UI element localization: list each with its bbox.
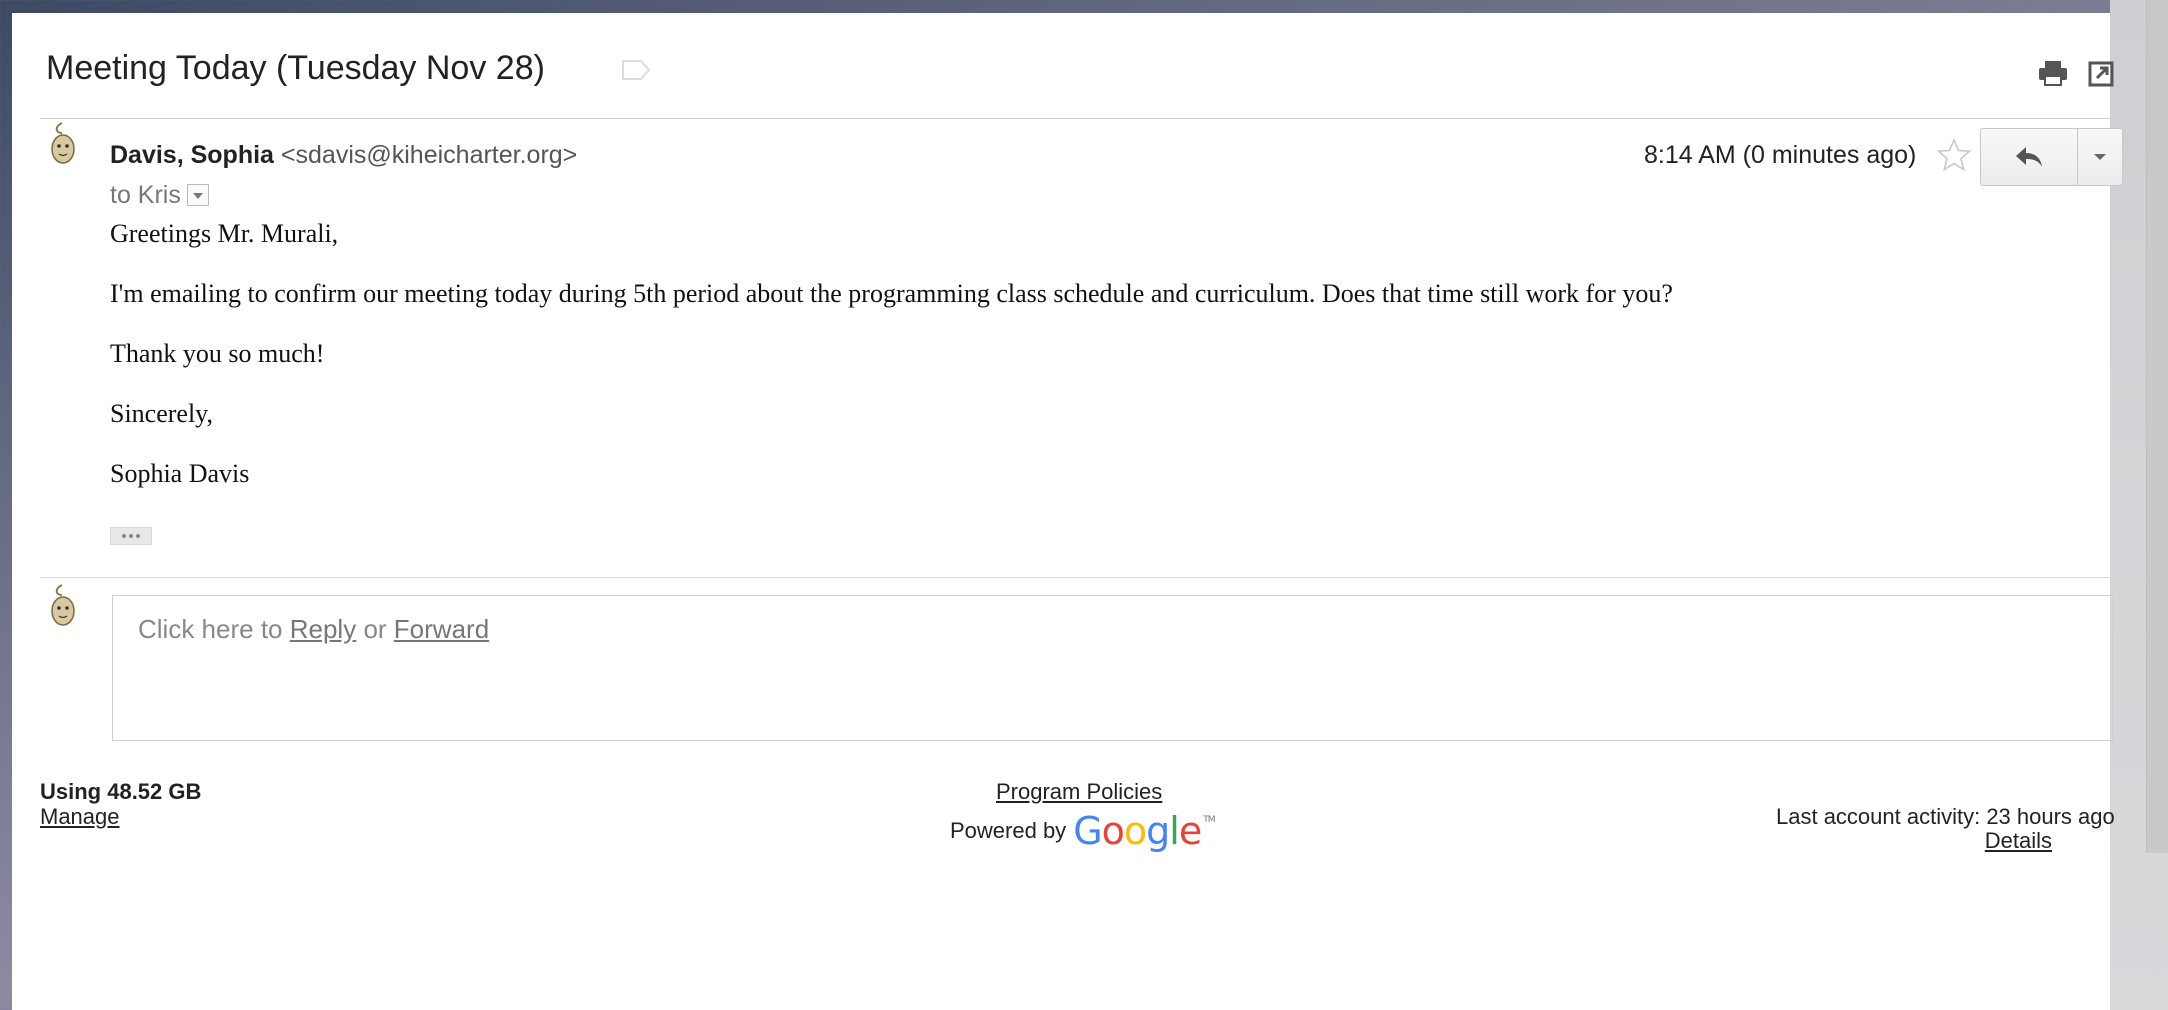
reply-link[interactable]: Reply bbox=[290, 614, 356, 644]
email-subject: Meeting Today (Tuesday Nov 28) bbox=[46, 49, 545, 87]
forward-link[interactable]: Forward bbox=[394, 614, 489, 644]
last-account-activity: Last account activity: 23 hours ago bbox=[1776, 804, 2115, 829]
scrollbar[interactable] bbox=[2146, 0, 2168, 853]
reply-arrow-icon bbox=[2016, 147, 2042, 167]
recipient-line: to Kris bbox=[110, 181, 209, 210]
activity-details-link[interactable]: Details bbox=[1985, 828, 2052, 854]
email-panel: Meeting Today (Tuesday Nov 28) Davis, So… bbox=[12, 13, 2124, 1010]
more-actions-button[interactable] bbox=[2078, 128, 2123, 186]
storage-usage: Using 48.52 GB bbox=[40, 779, 202, 804]
body-greeting: Greetings Mr. Murali, bbox=[110, 219, 339, 248]
message-timestamp: 8:14 AM (0 minutes ago) bbox=[1644, 141, 1917, 169]
google-letter: e bbox=[1178, 809, 1202, 853]
powered-by: Powered by Google TM bbox=[950, 809, 1216, 853]
reply-box[interactable]: Click here to Reply or Forward bbox=[112, 595, 2113, 741]
program-policies-link[interactable]: Program Policies bbox=[996, 779, 1162, 805]
sender-email: <sdavis@kiheicharter.org> bbox=[280, 141, 578, 169]
reply-button[interactable] bbox=[1980, 128, 2078, 186]
reply-prompt: Click here to Reply or Forward bbox=[138, 614, 489, 645]
label-icon[interactable] bbox=[621, 59, 651, 81]
message-divider bbox=[40, 577, 2114, 578]
body-signature: Sophia Davis bbox=[110, 459, 250, 488]
star-icon[interactable] bbox=[1936, 137, 1972, 173]
google-letter: g bbox=[1146, 809, 1170, 853]
google-letter: G bbox=[1073, 809, 1102, 853]
trademark-mark: TM bbox=[1203, 815, 1215, 825]
print-icon[interactable] bbox=[2037, 59, 2069, 87]
reply-prompt-middle: or bbox=[356, 614, 394, 644]
google-letter: o bbox=[1101, 809, 1125, 853]
sender-name[interactable]: Davis, Sophia bbox=[110, 141, 274, 169]
avatar bbox=[51, 122, 75, 164]
body-closing: Sincerely, bbox=[110, 399, 213, 428]
google-letter: l bbox=[1169, 809, 1180, 853]
body-thanks: Thank you so much! bbox=[110, 339, 325, 368]
sender-line: Davis, Sophia <sdavis@kiheicharter.org> bbox=[110, 141, 577, 170]
google-logo: Google TM bbox=[1073, 809, 1215, 853]
header-divider bbox=[40, 118, 2124, 119]
recipient-text: to Kris bbox=[110, 181, 181, 209]
new-window-icon[interactable] bbox=[2087, 60, 2115, 88]
details-dropdown-icon[interactable] bbox=[186, 184, 209, 206]
reply-prompt-prefix: Click here to bbox=[138, 614, 290, 644]
body-paragraph: I'm emailing to confirm our meeting toda… bbox=[110, 279, 1673, 308]
google-letter: o bbox=[1123, 809, 1147, 853]
show-trimmed-content-button[interactable] bbox=[110, 527, 152, 545]
avatar bbox=[51, 584, 75, 626]
powered-by-text: Powered by bbox=[950, 818, 1067, 843]
manage-storage-link[interactable]: Manage bbox=[40, 804, 120, 830]
chevron-down-icon bbox=[2094, 154, 2106, 160]
